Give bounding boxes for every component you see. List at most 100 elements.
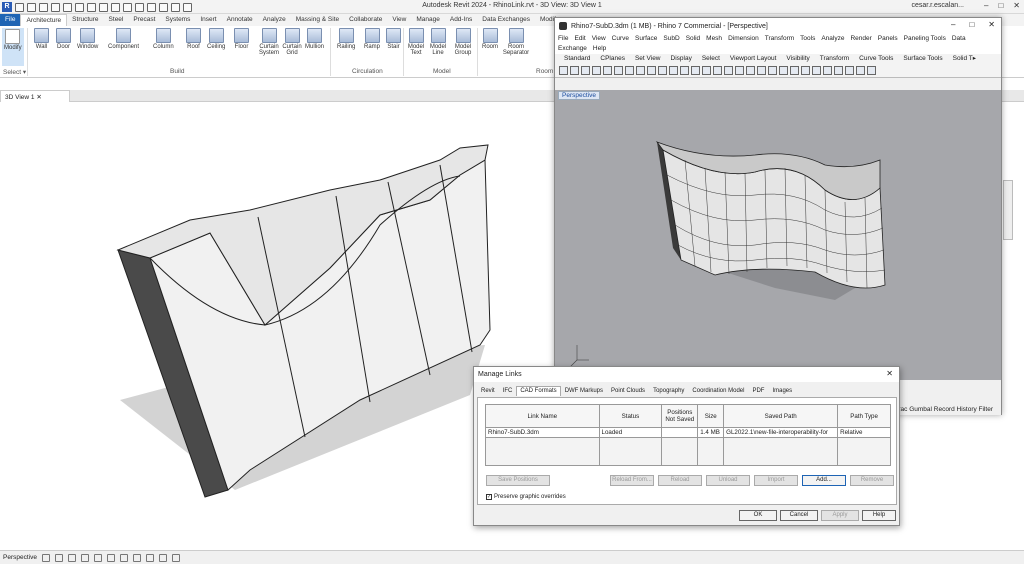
tab-curve-tools[interactable]: Curve Tools: [854, 54, 898, 64]
tab-steel[interactable]: Steel: [104, 14, 129, 26]
column-path-type[interactable]: Path Type: [837, 404, 891, 428]
close-icon[interactable]: ✕: [988, 20, 995, 29]
tab-viewport-layout[interactable]: Viewport Layout: [725, 54, 782, 64]
analytical-model-icon[interactable]: [158, 553, 167, 562]
ramp-button[interactable]: Ramp: [364, 28, 380, 50]
room-separator-button[interactable]: Room Separator: [502, 28, 530, 56]
tab-ifc[interactable]: IFC: [499, 386, 517, 396]
rhino-perspective-viewport[interactable]: Perspective: [555, 90, 1001, 380]
sun-path-icon[interactable]: [54, 553, 63, 562]
menu-panels[interactable]: Panels: [878, 35, 898, 42]
menu-dimension[interactable]: Dimension: [728, 35, 759, 42]
mullion-button[interactable]: Mullion: [305, 28, 324, 50]
menu-help[interactable]: Help: [593, 45, 606, 52]
unload-button[interactable]: Unload: [706, 475, 750, 486]
tab-transform[interactable]: Transform: [815, 54, 854, 64]
close-icon[interactable]: ✕: [36, 94, 41, 101]
menu-tools[interactable]: Tools: [800, 35, 815, 42]
cancel-button[interactable]: Cancel: [780, 510, 818, 521]
save-icon[interactable]: [581, 66, 590, 75]
viewport-label[interactable]: Perspective: [558, 91, 600, 100]
navigation-bar[interactable]: [1003, 180, 1013, 240]
crop-view-icon[interactable]: [93, 553, 102, 562]
zoom-extents-icon[interactable]: [702, 66, 711, 75]
column-status[interactable]: Status: [598, 404, 663, 428]
menu-subd[interactable]: SubD: [663, 35, 679, 42]
layer-icon[interactable]: [757, 66, 766, 75]
pan-icon[interactable]: [658, 66, 667, 75]
zoom-icon[interactable]: [680, 66, 689, 75]
column-saved-path[interactable]: Saved Path: [723, 404, 839, 428]
tab-file[interactable]: File: [0, 14, 21, 26]
cut-icon[interactable]: [614, 66, 623, 75]
path-type-cell[interactable]: Relative: [837, 427, 891, 438]
hide-icon[interactable]: [801, 66, 810, 75]
temporary-hide-icon[interactable]: [132, 553, 141, 562]
floor-button[interactable]: Floor: [234, 28, 249, 50]
highlight-displacement-icon[interactable]: [171, 553, 180, 562]
stair-button[interactable]: Stair: [386, 28, 401, 50]
reload-button[interactable]: Reload: [658, 475, 702, 486]
model-text-button[interactable]: Model Text: [408, 28, 424, 56]
tab-3d-view-1[interactable]: 3D View 1 ✕: [0, 90, 70, 102]
render-icon[interactable]: [845, 66, 854, 75]
zoom-window-icon[interactable]: [691, 66, 700, 75]
tab-collaborate[interactable]: Collaborate: [344, 14, 387, 26]
maximize-icon[interactable]: □: [969, 20, 974, 29]
menu-mesh[interactable]: Mesh: [706, 35, 722, 42]
menu-render[interactable]: Render: [850, 35, 871, 42]
menu-edit[interactable]: Edit: [574, 35, 585, 42]
menu-paneling-tools[interactable]: Paneling Tools: [904, 35, 946, 42]
copy-icon[interactable]: [625, 66, 634, 75]
minimize-icon[interactable]: –: [984, 1, 988, 10]
lock-icon[interactable]: [790, 66, 799, 75]
ok-button[interactable]: OK: [739, 510, 777, 521]
lock-view-icon[interactable]: [119, 553, 128, 562]
reveal-hidden-icon[interactable]: [145, 553, 154, 562]
tab-structure[interactable]: Structure: [67, 14, 103, 26]
tab-manage[interactable]: Manage: [411, 14, 445, 26]
menu-solid[interactable]: Solid: [686, 35, 700, 42]
roof-button[interactable]: Roof: [186, 28, 201, 50]
rotate-icon[interactable]: [669, 66, 678, 75]
preserve-overrides-checkbox[interactable]: ✓ Preserve graphic overrides: [486, 494, 566, 500]
column-size[interactable]: Size: [697, 404, 725, 428]
wall-button[interactable]: Wall: [34, 28, 49, 50]
model-line-button[interactable]: Model Line: [430, 28, 446, 56]
positions-cell[interactable]: [661, 427, 699, 438]
menu-analyze[interactable]: Analyze: [821, 35, 844, 42]
curtain-system-button[interactable]: Curtain System: [258, 28, 280, 56]
tab-coordination-model[interactable]: Coordination Model: [688, 386, 748, 396]
tab-select[interactable]: Select: [697, 54, 725, 64]
undo-icon[interactable]: [647, 66, 656, 75]
menu-file[interactable]: File: [558, 35, 568, 42]
menu-curve[interactable]: Curve: [612, 35, 629, 42]
show-crop-icon[interactable]: [106, 553, 115, 562]
user-name[interactable]: cesar.r.escalan...: [911, 2, 964, 9]
door-button[interactable]: Door: [56, 28, 71, 50]
new-icon[interactable]: [559, 66, 568, 75]
options-icon[interactable]: [867, 66, 876, 75]
ceiling-button[interactable]: Ceiling: [207, 28, 225, 50]
close-icon[interactable]: ✕: [886, 369, 893, 378]
component-button[interactable]: Component: [108, 28, 139, 50]
select-icon[interactable]: [768, 66, 777, 75]
help-button[interactable]: Help: [862, 510, 896, 521]
modify-button[interactable]: Modify: [2, 28, 24, 66]
maximize-icon[interactable]: □: [998, 1, 1003, 10]
tab-revit[interactable]: Revit: [477, 386, 499, 396]
tab-insert[interactable]: Insert: [195, 14, 221, 26]
tab-topography[interactable]: Topography: [649, 386, 688, 396]
open-icon[interactable]: [570, 66, 579, 75]
table-row[interactable]: Rhino7-SubD.3dm Loaded 1.4 MB GL2022.1\n…: [485, 427, 891, 438]
menu-surface[interactable]: Surface: [635, 35, 657, 42]
tab-cad-formats[interactable]: CAD Formats: [516, 386, 561, 396]
checkbox-icon[interactable]: ✓: [486, 494, 492, 500]
remove-button[interactable]: Remove: [850, 475, 894, 486]
close-icon[interactable]: ✕: [1013, 1, 1020, 10]
save-positions-button[interactable]: Save Positions: [486, 475, 550, 486]
menu-transform[interactable]: Transform: [765, 35, 794, 42]
tab-pdf[interactable]: PDF: [748, 386, 768, 396]
column-button[interactable]: Column: [153, 28, 174, 50]
tab-visibility[interactable]: Visibility: [781, 54, 814, 64]
